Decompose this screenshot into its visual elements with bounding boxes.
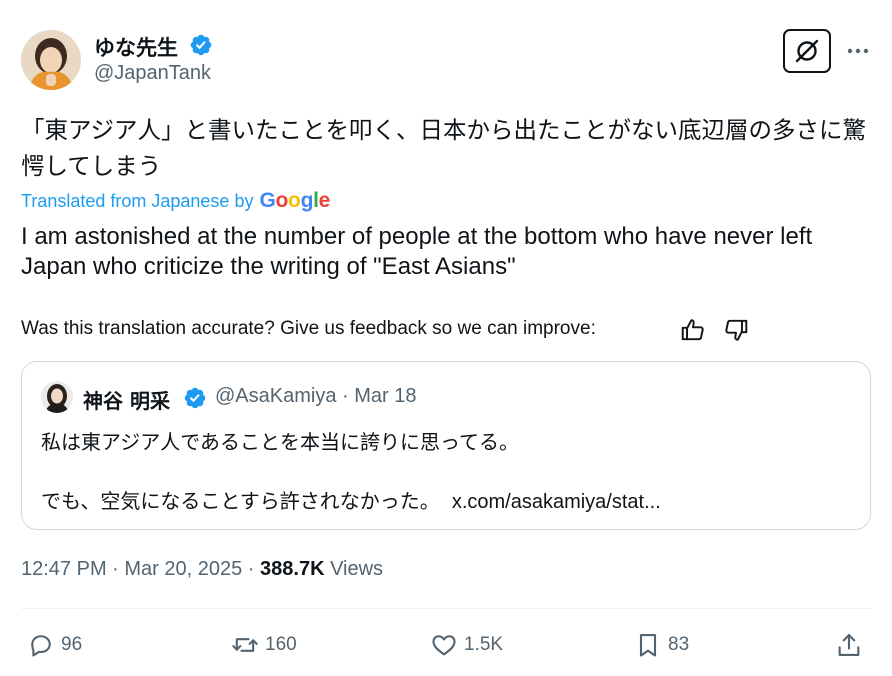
repost-button[interactable]: 160 [231, 628, 297, 662]
quoted-verified-badge-icon [183, 386, 207, 410]
quoted-text-line-2: でも、空気になることすら許されなかった。 x.com/asakamiya/stat… [41, 485, 661, 514]
author-display-name[interactable]: ゆな先生 [94, 32, 178, 62]
share-icon [838, 634, 860, 656]
thumbs-up-icon[interactable] [680, 317, 706, 343]
bookmark-button[interactable]: 83 [634, 628, 689, 662]
more-options-button[interactable] [845, 38, 871, 64]
repost-count: 160 [265, 634, 297, 655]
heart-icon [432, 635, 456, 656]
author-handle[interactable]: @JapanTank [94, 62, 211, 85]
quoted-author-avatar[interactable] [41, 381, 73, 413]
like-button[interactable]: 1.5K [430, 628, 503, 662]
translation-attribution[interactable]: Translated from Japanese by Google [21, 189, 330, 213]
more-dots-icon [847, 48, 869, 54]
tweet-translated-text: I am astonished at the number of people … [21, 223, 813, 280]
verified-badge-icon[interactable] [189, 33, 213, 57]
quoted-text-line-1: 私は東アジア人であることを本当に誇りに思ってる。 [41, 430, 519, 454]
quoted-text-line-2-body: でも、空気になることすら許されなかった。 [41, 489, 440, 513]
reply-button[interactable]: 96 [27, 628, 82, 662]
thumbs-down-icon[interactable] [723, 317, 749, 343]
quoted-handle-date: @AsaKamiya · Mar 18 [215, 385, 417, 407]
bookmark-count: 83 [668, 634, 690, 655]
views-count: 388.7K [260, 558, 325, 580]
author-avatar[interactable] [21, 30, 81, 90]
reply-icon [31, 635, 51, 657]
google-logo: Google [259, 189, 331, 212]
bookmark-icon [639, 634, 657, 657]
grok-button[interactable] [783, 29, 831, 73]
tweet-meta: 12:47 PM · Mar 20, 2025 · 388.7K Views [21, 558, 383, 581]
translated-label: Translated from Japanese by [21, 190, 254, 211]
reply-count: 96 [61, 634, 83, 655]
grok-icon [795, 39, 819, 63]
timestamp[interactable]: 12:47 PM · Mar 20, 2025 · [21, 558, 260, 580]
views-label: Views [324, 558, 384, 580]
like-count: 1.5K [464, 634, 504, 655]
translation-feedback-prompt: Was this translation accurate? Give us f… [21, 318, 596, 339]
quoted-author-name: 神谷 明采 [83, 389, 170, 413]
share-button[interactable] [835, 628, 863, 662]
quoted-link[interactable]: x.com/asakamiya/stat... [452, 491, 661, 513]
divider [21, 608, 871, 609]
repost-icon [232, 638, 258, 652]
tweet-original-text: 「東アジア人」と書いたことを叩く、日本から出たことがない底辺層の多さに驚愕してし… [21, 116, 867, 180]
